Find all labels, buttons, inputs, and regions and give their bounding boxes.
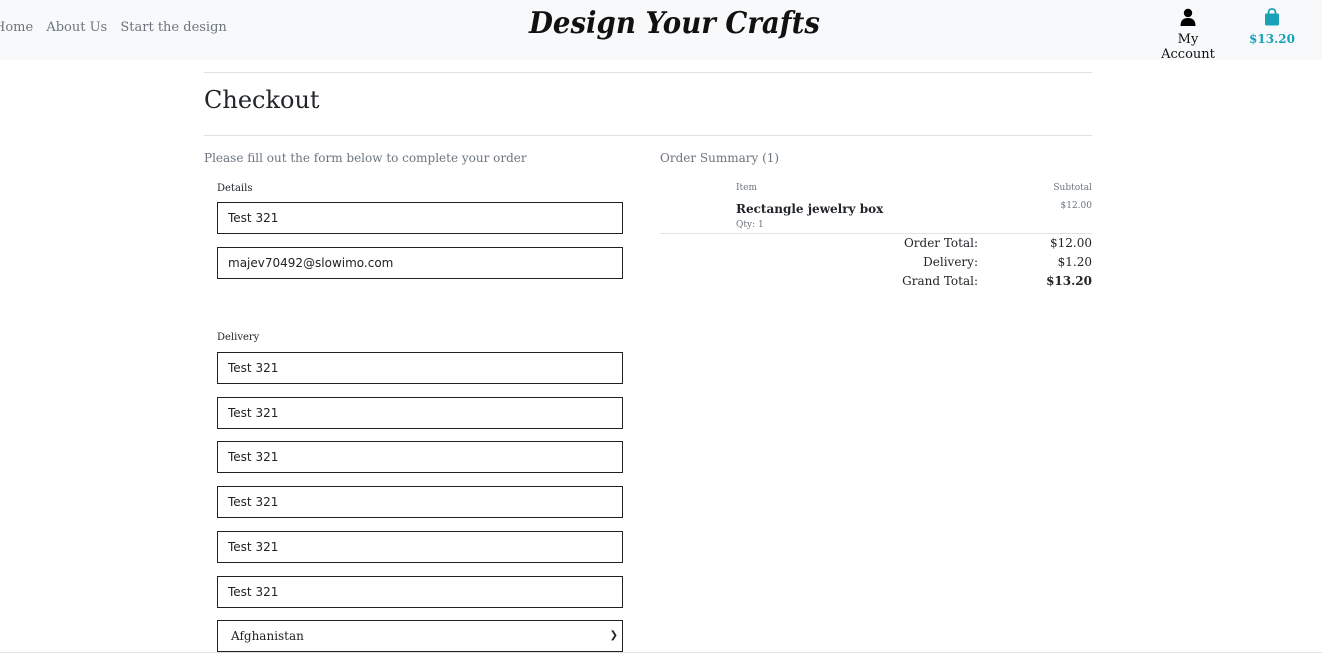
bottom-divider [0,652,1322,653]
phone-number-field[interactable]: Test 321 [217,352,623,384]
street-address1-field[interactable]: Test 321 [217,397,623,429]
form-hint: Please fill out the form below to comple… [204,151,527,165]
my-account-link[interactable]: My Account [1150,8,1226,62]
divider-top [204,72,1092,73]
site-logo[interactable]: Design Your Crafts [529,6,820,41]
full-name-field[interactable]: Test 321 [217,202,623,234]
county-field[interactable]: Test 321 [217,531,623,563]
navbar: Home About Us Start the design Design Yo… [0,0,1322,62]
country-select[interactable]: Afghanistan ❯ [217,620,623,652]
delivery-legend: Delivery [217,332,260,343]
col-header-subtotal: Subtotal [1053,183,1092,193]
item-name[interactable]: Rectangle jewelry box [736,202,883,216]
col-header-item: Item [736,183,758,193]
user-icon [1180,8,1196,26]
street-address2-field[interactable]: Test 321 [217,441,623,473]
summary-divider [660,233,1092,234]
nav-link-home[interactable]: Home [0,20,33,35]
details-legend: Details [217,183,253,194]
chevron-down-icon: ❯ [609,630,618,641]
shopping-bag-icon [1265,8,1279,26]
item-subtotal: $12.00 [1060,201,1093,211]
main-nav: Home About Us Start the design [0,20,236,35]
nav-link-about[interactable]: About Us [46,20,107,35]
order-total-value: $12.00 [1050,236,1092,250]
grand-total-value: $13.20 [1046,274,1092,288]
nav-link-start-design[interactable]: Start the design [120,20,226,35]
delivery-value: $1.20 [1057,255,1092,269]
bag-total: $13.20 [1249,32,1295,46]
town-or-city-field[interactable]: Test 321 [217,486,623,518]
item-qty: Qty: 1 [736,220,764,230]
divider-title [204,135,1092,136]
page-title: Checkout [204,86,320,114]
country-selected-value: Afghanistan [231,629,304,643]
delivery-label: Delivery: [923,255,978,269]
grand-total-label: Grand Total: [902,274,978,288]
order-summary-title: Order Summary (1) [660,151,780,165]
postcode-field[interactable]: Test 321 [217,576,623,608]
shopping-bag-link[interactable]: $13.20 [1246,8,1298,46]
my-account-label: My Account [1161,32,1215,62]
email-field[interactable]: majev70492@slowimo.com [217,247,623,279]
order-total-label: Order Total: [903,236,978,250]
